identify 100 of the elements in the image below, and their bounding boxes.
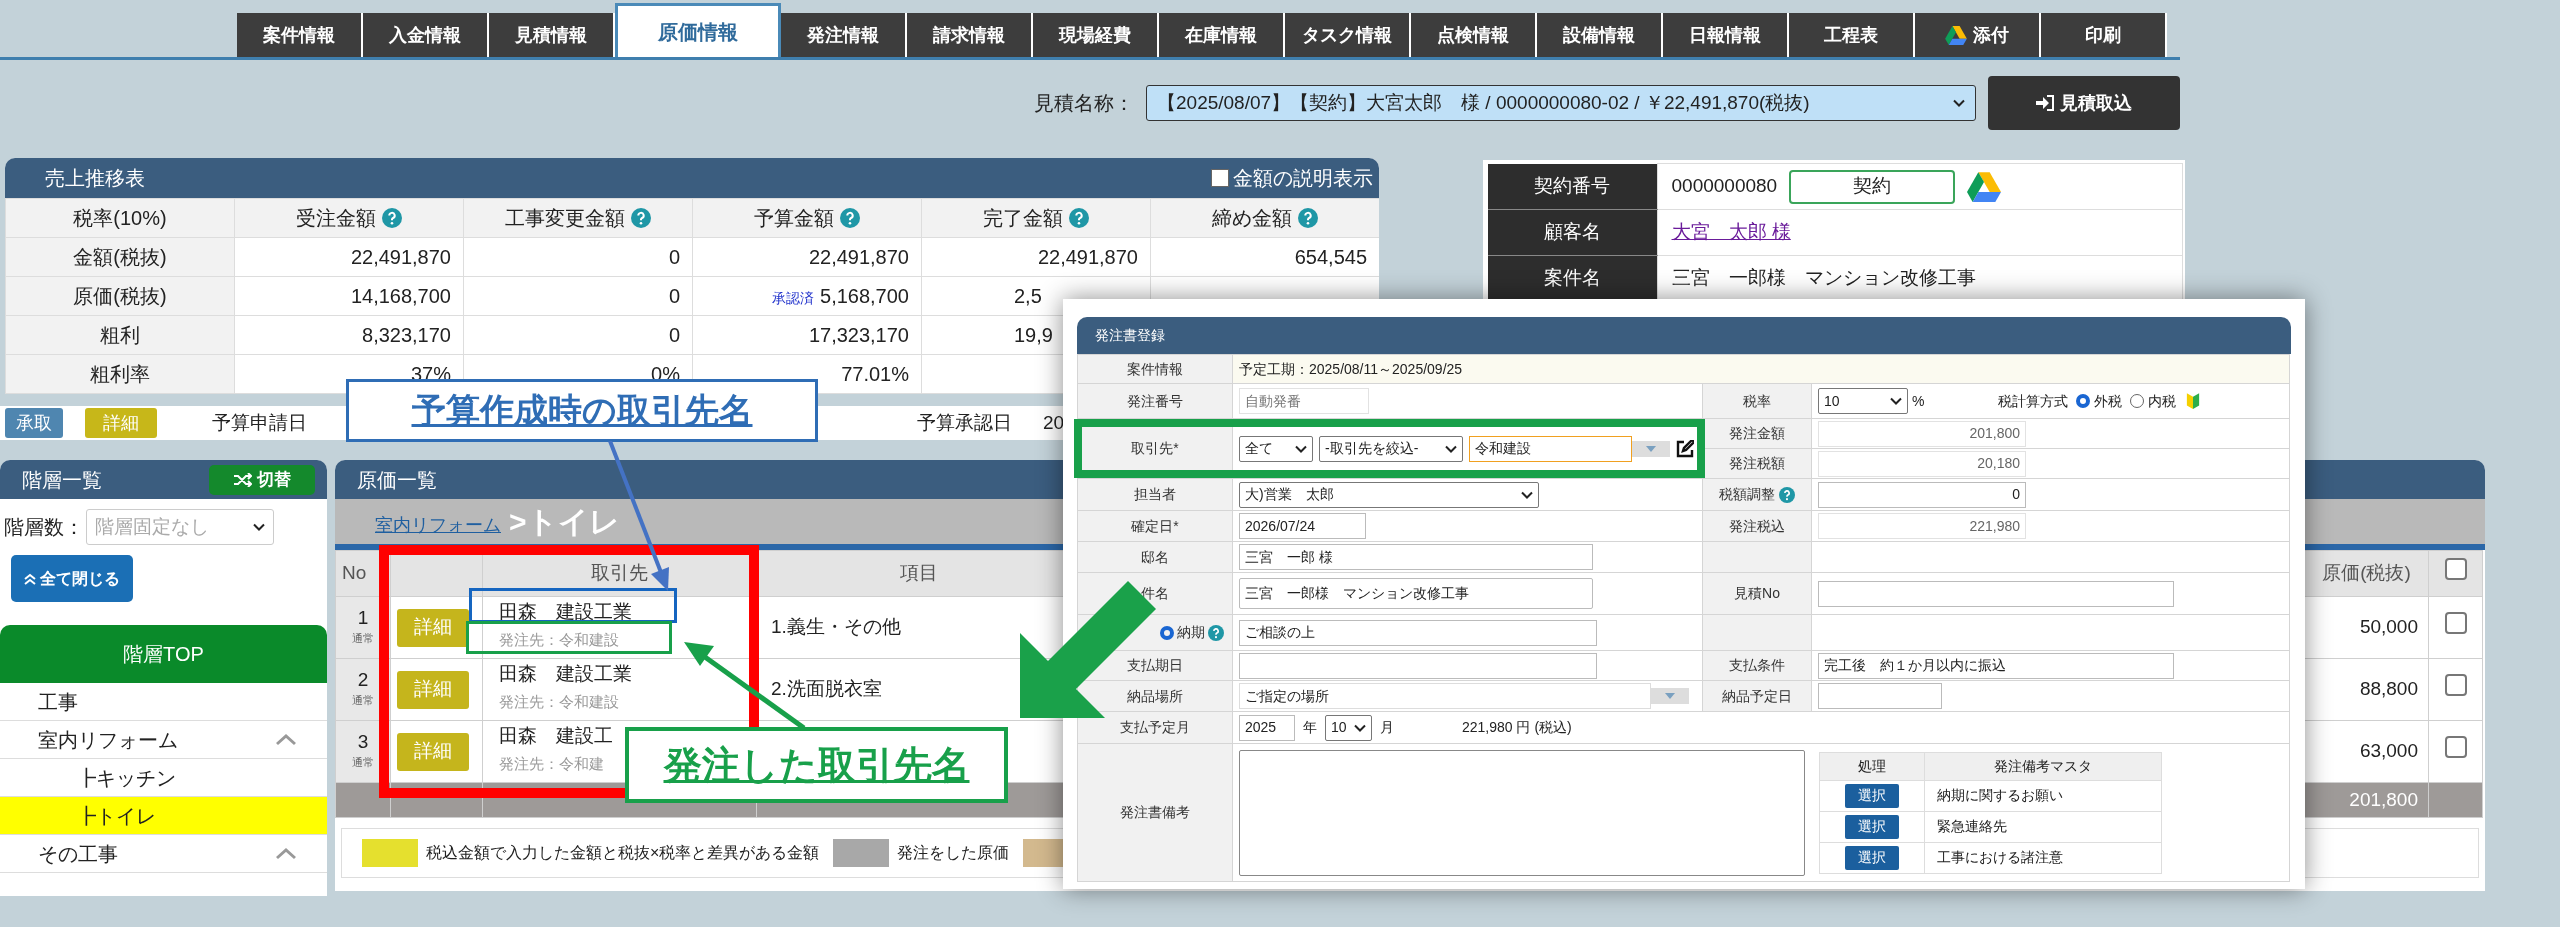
tab[interactable]: 設備情報 — [1537, 13, 1663, 57]
help-icon[interactable] — [1779, 486, 1795, 503]
dropdown[interactable]: 大)営業 太郎 — [1239, 481, 1539, 508]
tab[interactable]: 日報情報 — [1663, 13, 1789, 57]
tab[interactable]: 発注情報 — [781, 13, 907, 57]
panel-title: 売上推移表 — [45, 166, 145, 191]
row-type: 通常 — [352, 692, 374, 708]
date-value: 20 — [1043, 410, 1065, 435]
input-field[interactable]: ご相談の上 — [1239, 619, 1597, 646]
order-vendor: 発注先：令和建設 — [499, 692, 619, 712]
checkbox[interactable] — [2444, 736, 2467, 759]
field-label: 税額調整 — [1719, 485, 1775, 504]
input-field[interactable]: 0 — [1818, 481, 2026, 508]
chevron-up-icon[interactable] — [275, 733, 297, 746]
radio-button[interactable] — [2130, 394, 2145, 408]
input-field[interactable]: 完工後 約１か月以内に振込 — [1818, 652, 2174, 679]
checkbox-label[interactable]: 金額の説明表示 — [1233, 163, 1373, 193]
panel-title: 階層一覧 — [22, 467, 102, 493]
select-button[interactable]: 選択 — [1845, 814, 1899, 839]
input-field[interactable]: 221,980 — [1818, 513, 2026, 539]
checkbox[interactable] — [2444, 674, 2467, 697]
collapse-all-button[interactable]: 全て閉じる — [11, 555, 133, 602]
field-label: 邸名 — [1141, 548, 1169, 565]
tab[interactable]: 案件情報 — [237, 13, 363, 57]
help-icon[interactable] — [631, 208, 651, 228]
tab[interactable]: 点検情報 — [1411, 13, 1537, 57]
input-field[interactable]: 201,800 — [1818, 420, 2026, 447]
tree-item[interactable]: ┣トイレ — [0, 797, 327, 835]
tab[interactable]: 工程表 — [1789, 13, 1915, 57]
table-cell: 0 — [463, 276, 693, 316]
checkbox[interactable] — [2444, 612, 2467, 635]
checkbox[interactable] — [1211, 169, 1229, 187]
row-header: 粗利率 — [5, 354, 235, 394]
column-header: 工事変更金額 — [505, 206, 625, 231]
customer-link[interactable]: 大宮 太郎 様 — [1671, 221, 1791, 243]
radio-label[interactable]: 納期 — [1177, 622, 1205, 643]
input-field[interactable] — [1239, 652, 1597, 679]
help-icon[interactable] — [1208, 624, 1224, 641]
field-label: 予算申請日 — [210, 410, 308, 435]
checkbox[interactable] — [2444, 558, 2467, 581]
dropdown[interactable]: 全て — [1239, 435, 1313, 462]
tab[interactable]: タスク情報 — [1285, 13, 1411, 57]
help-icon[interactable] — [382, 208, 402, 228]
field-label: 納品予定日 — [1722, 687, 1792, 704]
select-button[interactable]: 選択 — [1845, 783, 1899, 808]
tab[interactable]: 現場経費 — [1033, 13, 1159, 57]
switch-button[interactable]: 切替 — [209, 464, 315, 495]
radio-button[interactable] — [1160, 625, 1174, 640]
input-field[interactable]: 令和建設 — [1469, 435, 1632, 462]
input-field[interactable] — [1818, 683, 1942, 709]
input-field[interactable]: 2025 — [1239, 714, 1295, 741]
import-button[interactable]: 見積取込 — [1988, 76, 2180, 130]
row-header: 顧客名 — [1488, 209, 1657, 256]
field-label: 取引先* — [1131, 440, 1179, 456]
select-button[interactable]: 選択 — [1845, 845, 1899, 870]
tab[interactable]: 添付 — [1915, 13, 2041, 57]
chevron-up-icon[interactable] — [275, 847, 297, 860]
project-name: 三宮 一郎様 マンション改修工事 — [1671, 267, 1976, 289]
input-field[interactable]: 2026/07/24 — [1239, 513, 1366, 539]
dropdown-button[interactable] — [1632, 440, 1670, 457]
input-field[interactable]: 三宮 一郎 様 — [1239, 544, 1593, 570]
input-field[interactable] — [1818, 580, 2174, 607]
radio-label[interactable]: 外税 — [2094, 390, 2123, 412]
help-icon[interactable] — [1298, 208, 1318, 228]
text-area[interactable]: 三宮 一郎様 マンション改修工事 — [1239, 578, 1593, 609]
tab[interactable]: 見積情報 — [489, 13, 615, 57]
tree-top-item[interactable]: 階層TOP — [0, 625, 327, 683]
row-number: 2 — [357, 669, 369, 690]
tab[interactable]: 原価情報 — [615, 3, 781, 57]
caret-icon — [1295, 444, 1307, 453]
caret-icon — [1890, 397, 1902, 405]
dropdown[interactable]: 10 — [1325, 714, 1372, 741]
beginner-mark-icon — [2186, 392, 2201, 410]
input-field[interactable]: ご指定の場所 — [1239, 683, 1651, 709]
input-field[interactable]: 20,180 — [1818, 450, 2026, 477]
field-label: 階層数： — [4, 515, 84, 540]
table-cell: 納期に関するお願い — [1924, 780, 2162, 811]
help-icon[interactable] — [1069, 208, 1089, 228]
estimate-dropdown[interactable]: 【2025/08/07】【契約】大宮太郎 様 / 0000000080-02 / ￥22,491,870(税抜) — [1146, 85, 1976, 121]
dropdown[interactable]: 10 — [1818, 388, 1908, 414]
legend-label: 税込金額で入力した金額と税抜×税率と差異がある金額 — [426, 843, 820, 863]
radio-label[interactable]: 内税 — [2148, 390, 2177, 412]
help-icon[interactable] — [840, 208, 860, 228]
tab[interactable]: 入金情報 — [363, 13, 489, 57]
table-cell: 14,168,700 — [234, 276, 464, 316]
approve-button[interactable]: 承取 — [5, 408, 63, 438]
radio-button[interactable] — [2076, 394, 2091, 408]
dropdown[interactable]: -取引先を絞込- — [1319, 435, 1463, 462]
field-label: 税計算方式 — [1998, 391, 2069, 411]
estimate-label: 見積名称： — [1034, 91, 1134, 116]
input-field[interactable]: 自動発番 — [1239, 388, 1369, 414]
contract-number: 0000000080 — [1671, 174, 1778, 199]
status-button[interactable]: 契約 — [1789, 169, 1956, 204]
field-label: 確定日* — [1131, 517, 1179, 534]
tab[interactable]: 請求情報 — [907, 13, 1033, 57]
edit-icon[interactable] — [1676, 439, 1694, 458]
dropdown-button[interactable] — [1651, 688, 1689, 704]
tab[interactable]: 在庫情報 — [1159, 13, 1285, 57]
row-header: 契約番号 — [1488, 163, 1657, 210]
tab[interactable]: 印刷 — [2041, 13, 2167, 57]
